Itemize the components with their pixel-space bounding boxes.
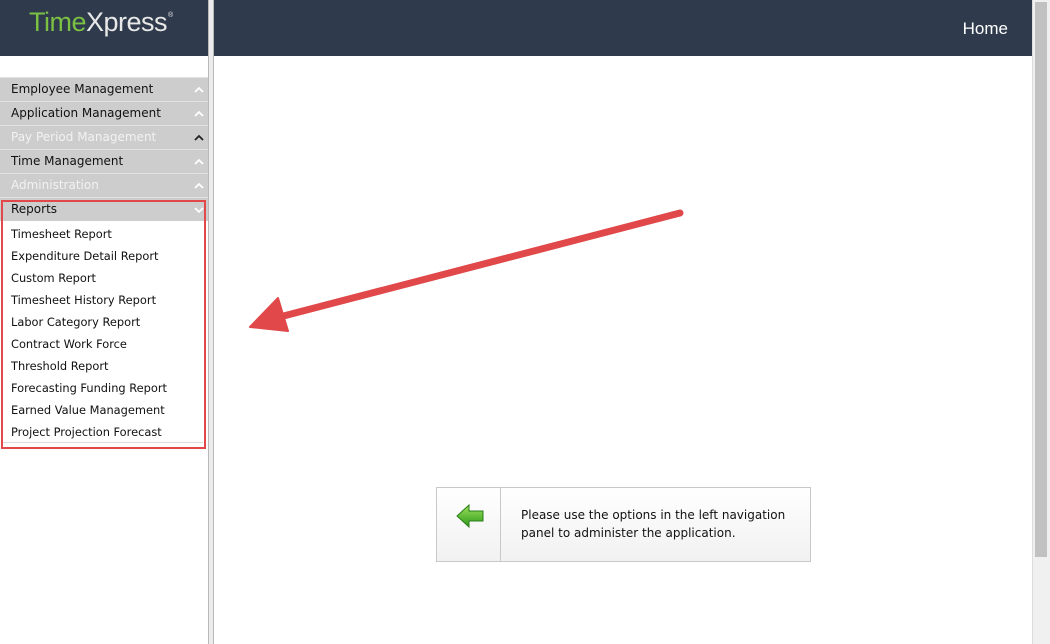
reports-submenu: Timesheet Report Expenditure Detail Repo… bbox=[0, 221, 208, 443]
info-icon-cell bbox=[437, 488, 501, 561]
home-link[interactable]: Home bbox=[963, 19, 1008, 39]
report-link-threshold-report[interactable]: Threshold Report bbox=[0, 355, 208, 377]
nav-section-employee-management[interactable]: Employee Management bbox=[0, 77, 208, 101]
left-navigation-panel: TimeXpress® Employee Management Applicat… bbox=[0, 0, 208, 644]
chevron-up-icon bbox=[194, 86, 204, 93]
nav-accordion: Employee Management Application Manageme… bbox=[0, 77, 208, 443]
timexpress-logo[interactable]: TimeXpress® bbox=[29, 7, 173, 38]
panel-splitter[interactable] bbox=[208, 0, 214, 644]
nav-section-administration[interactable]: Administration bbox=[0, 173, 208, 197]
info-message-box: Please use the options in the left navig… bbox=[436, 487, 811, 562]
nav-section-reports[interactable]: Reports bbox=[0, 197, 208, 221]
report-link-forecasting-funding-report[interactable]: Forecasting Funding Report bbox=[0, 377, 208, 399]
scrollbar-thumb[interactable] bbox=[1035, 2, 1047, 557]
logo-registered-mark: ® bbox=[168, 12, 173, 19]
info-message-text: Please use the options in the left navig… bbox=[521, 508, 786, 540]
green-left-arrow-icon bbox=[456, 503, 484, 529]
chevron-up-icon bbox=[194, 158, 204, 165]
chevron-up-icon bbox=[194, 134, 204, 141]
nav-section-pay-period-management[interactable]: Pay Period Management bbox=[0, 125, 208, 149]
logo-time: Time bbox=[29, 7, 87, 37]
report-link-timesheet-history-report[interactable]: Timesheet History Report bbox=[0, 289, 208, 311]
report-link-project-projection-forecast[interactable]: Project Projection Forecast bbox=[0, 421, 208, 443]
nav-section-label: Time Management bbox=[11, 154, 124, 168]
nav-section-application-management[interactable]: Application Management bbox=[0, 101, 208, 125]
reports-submenu-divider bbox=[3, 442, 203, 443]
nav-section-label: Employee Management bbox=[11, 82, 154, 96]
vertical-scrollbar[interactable] bbox=[1032, 0, 1050, 644]
top-header-bar: Home bbox=[214, 0, 1032, 56]
logo-area: TimeXpress® bbox=[0, 0, 208, 56]
nav-section-label: Reports bbox=[11, 202, 58, 216]
logo-xpress: Xpress bbox=[86, 7, 168, 37]
chevron-up-icon bbox=[194, 110, 204, 117]
nav-section-time-management[interactable]: Time Management bbox=[0, 149, 208, 173]
nav-section-label: Application Management bbox=[11, 106, 161, 120]
chevron-down-icon bbox=[194, 207, 204, 214]
nav-section-label: Administration bbox=[11, 178, 99, 192]
report-link-contract-work-force[interactable]: Contract Work Force bbox=[0, 333, 208, 355]
report-link-expenditure-detail-report[interactable]: Expenditure Detail Report bbox=[0, 245, 208, 267]
report-link-timesheet-report[interactable]: Timesheet Report bbox=[0, 223, 208, 245]
report-link-earned-value-management[interactable]: Earned Value Management bbox=[0, 399, 208, 421]
nav-section-label: Pay Period Management bbox=[11, 130, 157, 144]
report-link-labor-category-report[interactable]: Labor Category Report bbox=[0, 311, 208, 333]
chevron-up-icon bbox=[194, 182, 204, 189]
report-link-custom-report[interactable]: Custom Report bbox=[0, 267, 208, 289]
